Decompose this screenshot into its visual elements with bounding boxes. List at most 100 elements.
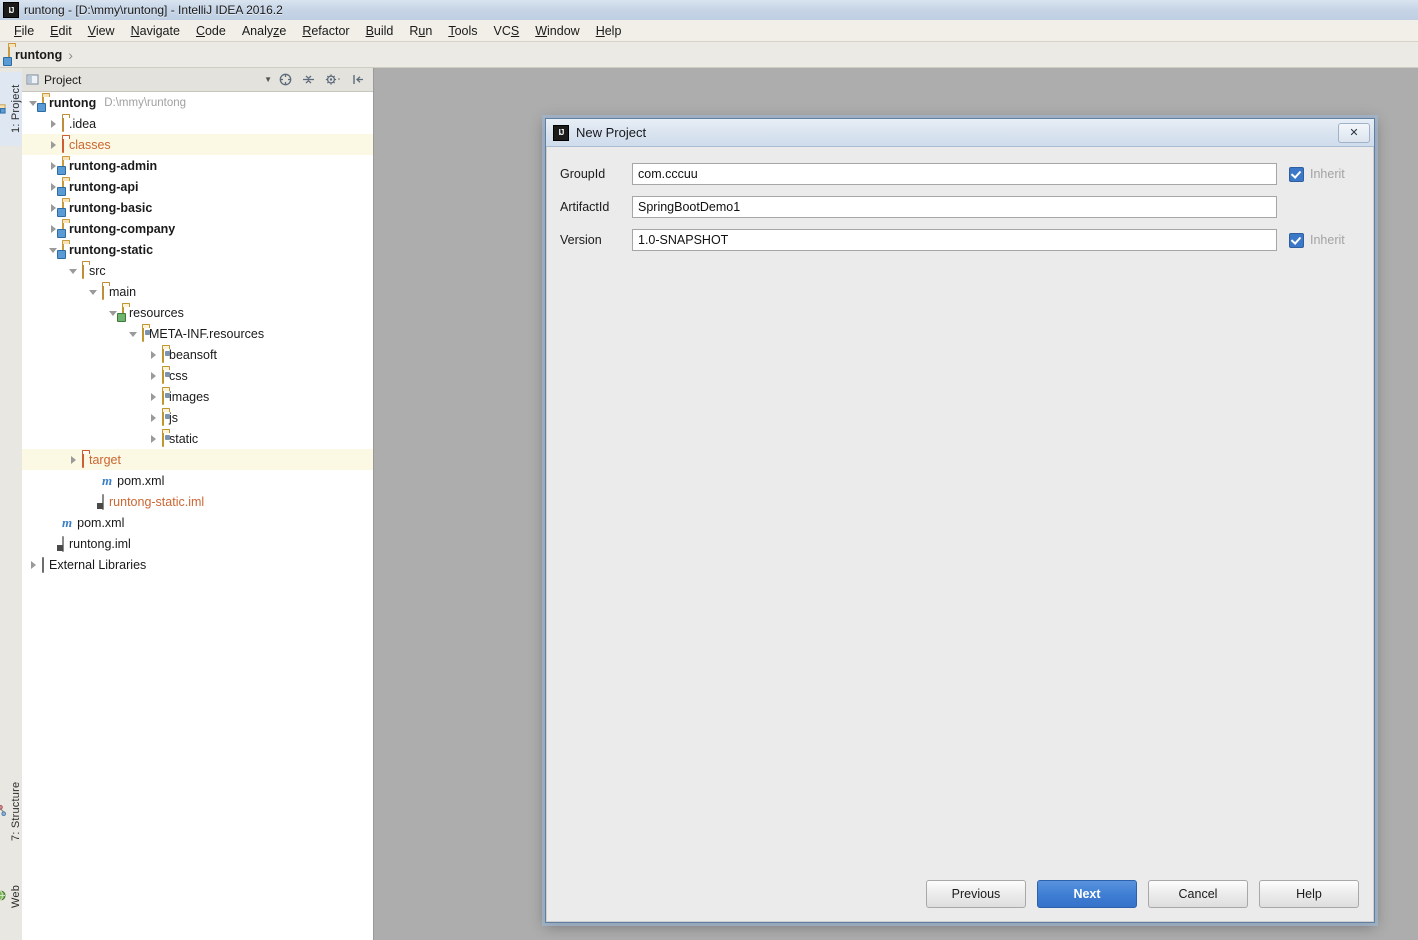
menu-item-code[interactable]: Code bbox=[188, 22, 234, 40]
tool-tab-label: 1: Project bbox=[10, 84, 22, 134]
module-folder-icon bbox=[3, 44, 12, 66]
tree-row-label: runtong-admin bbox=[69, 158, 158, 173]
chevron-down-icon[interactable] bbox=[88, 286, 99, 297]
tree-row[interactable]: META-INF.resources bbox=[22, 323, 373, 344]
sidebar-item-web[interactable]: Web bbox=[0, 868, 22, 924]
inherit-checkbox-group[interactable]: Inherit bbox=[1277, 166, 1361, 182]
cancel-button[interactable]: Cancel bbox=[1148, 880, 1248, 908]
menu-item-help[interactable]: Help bbox=[588, 22, 630, 40]
menu-item-analyze[interactable]: Analyze bbox=[234, 22, 294, 40]
chevron-down-icon[interactable] bbox=[68, 265, 79, 276]
menu-item-refactor[interactable]: Refactor bbox=[294, 22, 357, 40]
sidebar-item-structure[interactable]: 7: Structure bbox=[0, 768, 22, 854]
maven-coordinates-form: GroupId Inherit ArtifactIdInherit Version In… bbox=[547, 147, 1373, 251]
inherit-label: Inherit bbox=[1310, 167, 1345, 181]
breadcrumb[interactable]: runtong bbox=[3, 44, 63, 66]
tree-row[interactable]: runtong-api bbox=[22, 176, 373, 197]
tree-row-label: images bbox=[169, 389, 210, 404]
settings-gear-icon[interactable] bbox=[324, 72, 343, 87]
resource-subfolder-icon bbox=[162, 388, 170, 405]
menu-item-file[interactable]: File bbox=[6, 22, 42, 40]
chevron-right-icon[interactable] bbox=[48, 118, 59, 129]
chevron-right-icon[interactable] bbox=[48, 139, 59, 150]
artifactid-field[interactable] bbox=[632, 196, 1277, 218]
close-icon[interactable]: ✕ bbox=[1338, 122, 1370, 143]
collapse-all-icon[interactable] bbox=[301, 72, 316, 87]
project-view-selector[interactable]: Project bbox=[26, 73, 264, 87]
chevron-right-icon[interactable] bbox=[148, 433, 159, 444]
menu-item-edit[interactable]: Edit bbox=[42, 22, 80, 40]
chevron-right-icon[interactable] bbox=[148, 412, 159, 423]
tree-row[interactable]: runtong-company bbox=[22, 218, 373, 239]
tree-row[interactable]: External Libraries bbox=[22, 554, 373, 575]
tree-row-label: css bbox=[169, 368, 188, 383]
resource-subfolder-icon bbox=[162, 346, 170, 363]
inherit-checkbox[interactable] bbox=[1289, 232, 1304, 248]
groupid-field[interactable] bbox=[632, 163, 1277, 185]
menu-item-vcs[interactable]: VCS bbox=[486, 22, 528, 40]
tree-row[interactable]: images bbox=[22, 386, 373, 407]
chevron-right-icon[interactable] bbox=[68, 454, 79, 465]
iml-file-icon bbox=[62, 535, 64, 552]
tree-row[interactable]: .idea bbox=[22, 113, 373, 134]
tree-row[interactable]: runtong-basic bbox=[22, 197, 373, 218]
chevron-down-icon[interactable] bbox=[128, 328, 139, 339]
tree-expander-spacer bbox=[88, 475, 99, 486]
resource-subfolder-icon bbox=[162, 367, 170, 384]
menu-item-tools[interactable]: Tools bbox=[440, 22, 485, 40]
previous-button[interactable]: Previous bbox=[926, 880, 1026, 908]
tree-row[interactable]: runtong D:\mmy\runtong bbox=[22, 92, 373, 113]
tree-row[interactable]: classes bbox=[22, 134, 373, 155]
tree-row[interactable]: src bbox=[22, 260, 373, 281]
tree-row-label: runtong-static.iml bbox=[109, 494, 205, 509]
tree-row[interactable]: runtong-static bbox=[22, 239, 373, 260]
scroll-from-source-icon[interactable] bbox=[278, 72, 293, 87]
tree-row[interactable]: m pom.xml bbox=[22, 470, 373, 491]
tree-row[interactable]: main bbox=[22, 281, 373, 302]
form-row: Version Inherit bbox=[559, 229, 1361, 251]
project-panel-toolbar bbox=[278, 72, 369, 87]
breadcrumb-label: runtong bbox=[15, 47, 63, 62]
project-icon bbox=[0, 104, 6, 115]
inherit-checkbox-group[interactable]: Inherit bbox=[1277, 232, 1361, 248]
chevron-right-icon[interactable] bbox=[148, 370, 159, 381]
resource-folder-icon bbox=[117, 304, 126, 322]
tree-row[interactable]: runtong-static.iml bbox=[22, 491, 373, 512]
chevron-down-icon[interactable]: ▼ bbox=[264, 75, 272, 84]
sidebar-item-project[interactable]: 1: Project bbox=[0, 72, 22, 146]
chevron-right-icon[interactable] bbox=[28, 559, 39, 570]
tree-row[interactable]: static bbox=[22, 428, 373, 449]
maven-pom-icon: m bbox=[62, 514, 73, 530]
dialog-footer: Previous Next Cancel Help bbox=[547, 867, 1373, 921]
tree-row[interactable]: m pom.xml bbox=[22, 512, 373, 533]
tree-row[interactable]: css bbox=[22, 365, 373, 386]
help-button[interactable]: Help bbox=[1259, 880, 1359, 908]
chevron-right-icon[interactable] bbox=[148, 391, 159, 402]
artifactid-label: ArtifactId bbox=[560, 200, 610, 214]
menu-item-navigate[interactable]: Navigate bbox=[123, 22, 188, 40]
tree-row[interactable]: target bbox=[22, 449, 373, 470]
tree-row[interactable]: runtong.iml bbox=[22, 533, 373, 554]
next-button[interactable]: Next bbox=[1037, 880, 1137, 908]
intellij-idea-icon: IJ bbox=[3, 2, 19, 18]
tree-row[interactable]: runtong-admin bbox=[22, 155, 373, 176]
excluded-folder-icon bbox=[62, 136, 64, 153]
menu-item-window[interactable]: Window bbox=[527, 22, 587, 40]
menu-item-run[interactable]: Run bbox=[401, 22, 440, 40]
tree-row[interactable]: js bbox=[22, 407, 373, 428]
tree-row-path: D:\mmy\runtong bbox=[104, 96, 187, 109]
module-folder-icon bbox=[57, 157, 66, 175]
tree-row[interactable]: resources bbox=[22, 302, 373, 323]
menu-item-build[interactable]: Build bbox=[358, 22, 402, 40]
tree-row-label: resources bbox=[129, 305, 184, 320]
menu-item-view[interactable]: View bbox=[80, 22, 123, 40]
tool-tab-label: 7: Structure bbox=[10, 781, 22, 841]
tree-row[interactable]: beansoft bbox=[22, 344, 373, 365]
project-tree[interactable]: runtong D:\mmy\runtong .idea classes runtong… bbox=[22, 92, 373, 940]
hide-panel-icon[interactable] bbox=[351, 72, 366, 87]
chevron-right-icon[interactable] bbox=[148, 349, 159, 360]
version-field[interactable] bbox=[632, 229, 1277, 251]
navigation-bar: runtong › bbox=[0, 42, 1418, 68]
inherit-checkbox[interactable] bbox=[1289, 166, 1304, 182]
module-folder-icon bbox=[57, 241, 66, 259]
